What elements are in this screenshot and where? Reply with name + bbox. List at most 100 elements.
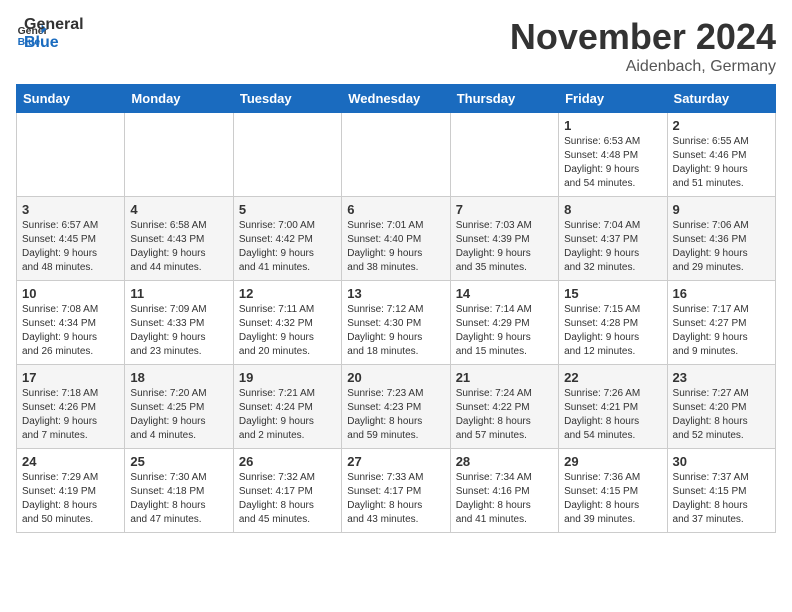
day-info: Sunrise: 7:08 AM Sunset: 4:34 PM Dayligh…: [22, 303, 119, 359]
logo-general-text: General: [24, 16, 84, 34]
day-number: 23: [673, 370, 770, 385]
title-area: November 2024 Aidenbach, Germany: [510, 16, 776, 76]
day-number: 29: [564, 454, 661, 469]
calendar-cell-w4d3: 27Sunrise: 7:33 AM Sunset: 4:17 PM Dayli…: [342, 449, 450, 533]
calendar-cell-w3d0: 17 Sunrise: 7:18 AM Sunset: 4:26 PM Dayli…: [17, 365, 125, 449]
calendar-cell-w2d6: 16 Sunrise: 7:17 AM Sunset: 4:27 PM Dayli…: [667, 281, 775, 365]
header-wednesday: Wednesday: [342, 85, 450, 113]
day-info: Sunrise: 7:34 AM Sunset: 4:16 PM Dayligh…: [456, 471, 553, 527]
calendar-cell-w0d0: [17, 113, 125, 197]
day-number: 24: [22, 454, 119, 469]
day-number: 19: [239, 370, 336, 385]
header-saturday: Saturday: [667, 85, 775, 113]
day-info: Sunrise: 7:26 AM Sunset: 4:21 PM Dayligh…: [564, 387, 661, 443]
location-title: Aidenbach, Germany: [510, 58, 776, 76]
day-info: Sunrise: 7:29 AM Sunset: 4:19 PM Dayligh…: [22, 471, 119, 527]
day-info: Sunrise: 6:55 AM Sunset: 4:46 PM Dayligh…: [673, 135, 770, 191]
day-info: Sunrise: 7:20 AM Sunset: 4:25 PM Dayligh…: [130, 387, 227, 443]
day-number: 25: [130, 454, 227, 469]
day-number: 15: [564, 286, 661, 301]
calendar-cell-w4d6: 30Sunrise: 7:37 AM Sunset: 4:15 PM Dayli…: [667, 449, 775, 533]
calendar-cell-w1d3: 6Sunrise: 7:01 AM Sunset: 4:40 PM Daylig…: [342, 197, 450, 281]
calendar-cell-w0d6: 2 Sunrise: 6:55 AM Sunset: 4:46 PM Daylig…: [667, 113, 775, 197]
calendar-week-3: 17 Sunrise: 7:18 AM Sunset: 4:26 PM Dayli…: [17, 365, 776, 449]
day-number: 11: [130, 286, 227, 301]
day-number: 9: [673, 202, 770, 217]
day-info: Sunrise: 7:01 AM Sunset: 4:40 PM Dayligh…: [347, 219, 444, 275]
day-info: Sunrise: 7:15 AM Sunset: 4:28 PM Dayligh…: [564, 303, 661, 359]
calendar-cell-w2d1: 11 Sunrise: 7:09 AM Sunset: 4:33 PM Dayli…: [125, 281, 233, 365]
calendar-cell-w3d3: 20 Sunrise: 7:23 AM Sunset: 4:23 PM Dayli…: [342, 365, 450, 449]
calendar-cell-w1d5: 8 Sunrise: 7:04 AM Sunset: 4:37 PM Daylig…: [559, 197, 667, 281]
calendar-cell-w4d2: 26Sunrise: 7:32 AM Sunset: 4:17 PM Dayli…: [233, 449, 341, 533]
day-number: 18: [130, 370, 227, 385]
month-title: November 2024: [510, 16, 776, 58]
day-number: 13: [347, 286, 444, 301]
calendar-cell-w2d0: 10 Sunrise: 7:08 AM Sunset: 4:34 PM Dayli…: [17, 281, 125, 365]
day-number: 14: [456, 286, 553, 301]
calendar-cell-w4d4: 28 Sunrise: 7:34 AM Sunset: 4:16 PM Dayli…: [450, 449, 558, 533]
calendar-cell-w4d1: 25 Sunrise: 7:30 AM Sunset: 4:18 PM Dayli…: [125, 449, 233, 533]
calendar-cell-w1d1: 4 Sunrise: 6:58 AM Sunset: 4:43 PM Daylig…: [125, 197, 233, 281]
day-info: Sunrise: 7:32 AM Sunset: 4:17 PM Dayligh…: [239, 471, 336, 527]
day-number: 4: [130, 202, 227, 217]
logo-blue-text: Blue: [24, 34, 84, 52]
day-number: 2: [673, 118, 770, 133]
header-friday: Friday: [559, 85, 667, 113]
day-info: Sunrise: 7:30 AM Sunset: 4:18 PM Dayligh…: [130, 471, 227, 527]
calendar-week-4: 24 Sunrise: 7:29 AM Sunset: 4:19 PM Dayli…: [17, 449, 776, 533]
day-info: Sunrise: 7:12 AM Sunset: 4:30 PM Dayligh…: [347, 303, 444, 359]
day-number: 7: [456, 202, 553, 217]
calendar-cell-w2d3: 13 Sunrise: 7:12 AM Sunset: 4:30 PM Dayli…: [342, 281, 450, 365]
day-info: Sunrise: 7:04 AM Sunset: 4:37 PM Dayligh…: [564, 219, 661, 275]
day-info: Sunrise: 7:18 AM Sunset: 4:26 PM Dayligh…: [22, 387, 119, 443]
day-info: Sunrise: 7:14 AM Sunset: 4:29 PM Dayligh…: [456, 303, 553, 359]
header-tuesday: Tuesday: [233, 85, 341, 113]
day-number: 30: [673, 454, 770, 469]
calendar-week-2: 10 Sunrise: 7:08 AM Sunset: 4:34 PM Dayli…: [17, 281, 776, 365]
day-number: 28: [456, 454, 553, 469]
calendar-cell-w2d2: 12 Sunrise: 7:11 AM Sunset: 4:32 PM Dayli…: [233, 281, 341, 365]
day-number: 17: [22, 370, 119, 385]
day-info: Sunrise: 7:09 AM Sunset: 4:33 PM Dayligh…: [130, 303, 227, 359]
day-info: Sunrise: 7:27 AM Sunset: 4:20 PM Dayligh…: [673, 387, 770, 443]
day-info: Sunrise: 7:36 AM Sunset: 4:15 PM Dayligh…: [564, 471, 661, 527]
day-number: 16: [673, 286, 770, 301]
day-number: 20: [347, 370, 444, 385]
header: General Blue General Blue November 2024 …: [16, 16, 776, 76]
day-number: 1: [564, 118, 661, 133]
calendar-cell-w1d2: 5 Sunrise: 7:00 AM Sunset: 4:42 PM Daylig…: [233, 197, 341, 281]
header-thursday: Thursday: [450, 85, 558, 113]
day-number: 8: [564, 202, 661, 217]
calendar-cell-w0d5: 1Sunrise: 6:53 AM Sunset: 4:48 PM Daylig…: [559, 113, 667, 197]
day-info: Sunrise: 7:11 AM Sunset: 4:32 PM Dayligh…: [239, 303, 336, 359]
calendar-cell-w3d2: 19 Sunrise: 7:21 AM Sunset: 4:24 PM Dayli…: [233, 365, 341, 449]
day-number: 5: [239, 202, 336, 217]
calendar-week-0: 1Sunrise: 6:53 AM Sunset: 4:48 PM Daylig…: [17, 113, 776, 197]
calendar-cell-w0d3: [342, 113, 450, 197]
day-number: 22: [564, 370, 661, 385]
day-info: Sunrise: 7:06 AM Sunset: 4:36 PM Dayligh…: [673, 219, 770, 275]
calendar-cell-w3d1: 18 Sunrise: 7:20 AM Sunset: 4:25 PM Dayli…: [125, 365, 233, 449]
day-info: Sunrise: 7:23 AM Sunset: 4:23 PM Dayligh…: [347, 387, 444, 443]
calendar-cell-w3d5: 22 Sunrise: 7:26 AM Sunset: 4:21 PM Dayli…: [559, 365, 667, 449]
calendar-cell-w1d4: 7 Sunrise: 7:03 AM Sunset: 4:39 PM Daylig…: [450, 197, 558, 281]
day-number: 10: [22, 286, 119, 301]
day-info: Sunrise: 7:00 AM Sunset: 4:42 PM Dayligh…: [239, 219, 336, 275]
day-info: Sunrise: 7:24 AM Sunset: 4:22 PM Dayligh…: [456, 387, 553, 443]
calendar-cell-w0d4: [450, 113, 558, 197]
day-number: 3: [22, 202, 119, 217]
header-monday: Monday: [125, 85, 233, 113]
calendar-cell-w2d4: 14 Sunrise: 7:14 AM Sunset: 4:29 PM Dayli…: [450, 281, 558, 365]
calendar-cell-w3d6: 23 Sunrise: 7:27 AM Sunset: 4:20 PM Dayli…: [667, 365, 775, 449]
day-info: Sunrise: 7:17 AM Sunset: 4:27 PM Dayligh…: [673, 303, 770, 359]
day-info: Sunrise: 7:33 AM Sunset: 4:17 PM Dayligh…: [347, 471, 444, 527]
day-info: Sunrise: 7:03 AM Sunset: 4:39 PM Dayligh…: [456, 219, 553, 275]
calendar-table: SundayMondayTuesdayWednesdayThursdayFrid…: [16, 84, 776, 533]
calendar-cell-w1d6: 9 Sunrise: 7:06 AM Sunset: 4:36 PM Daylig…: [667, 197, 775, 281]
day-info: Sunrise: 6:57 AM Sunset: 4:45 PM Dayligh…: [22, 219, 119, 275]
calendar-week-1: 3 Sunrise: 6:57 AM Sunset: 4:45 PM Daylig…: [17, 197, 776, 281]
day-info: Sunrise: 6:58 AM Sunset: 4:43 PM Dayligh…: [130, 219, 227, 275]
day-number: 12: [239, 286, 336, 301]
day-info: Sunrise: 7:21 AM Sunset: 4:24 PM Dayligh…: [239, 387, 336, 443]
